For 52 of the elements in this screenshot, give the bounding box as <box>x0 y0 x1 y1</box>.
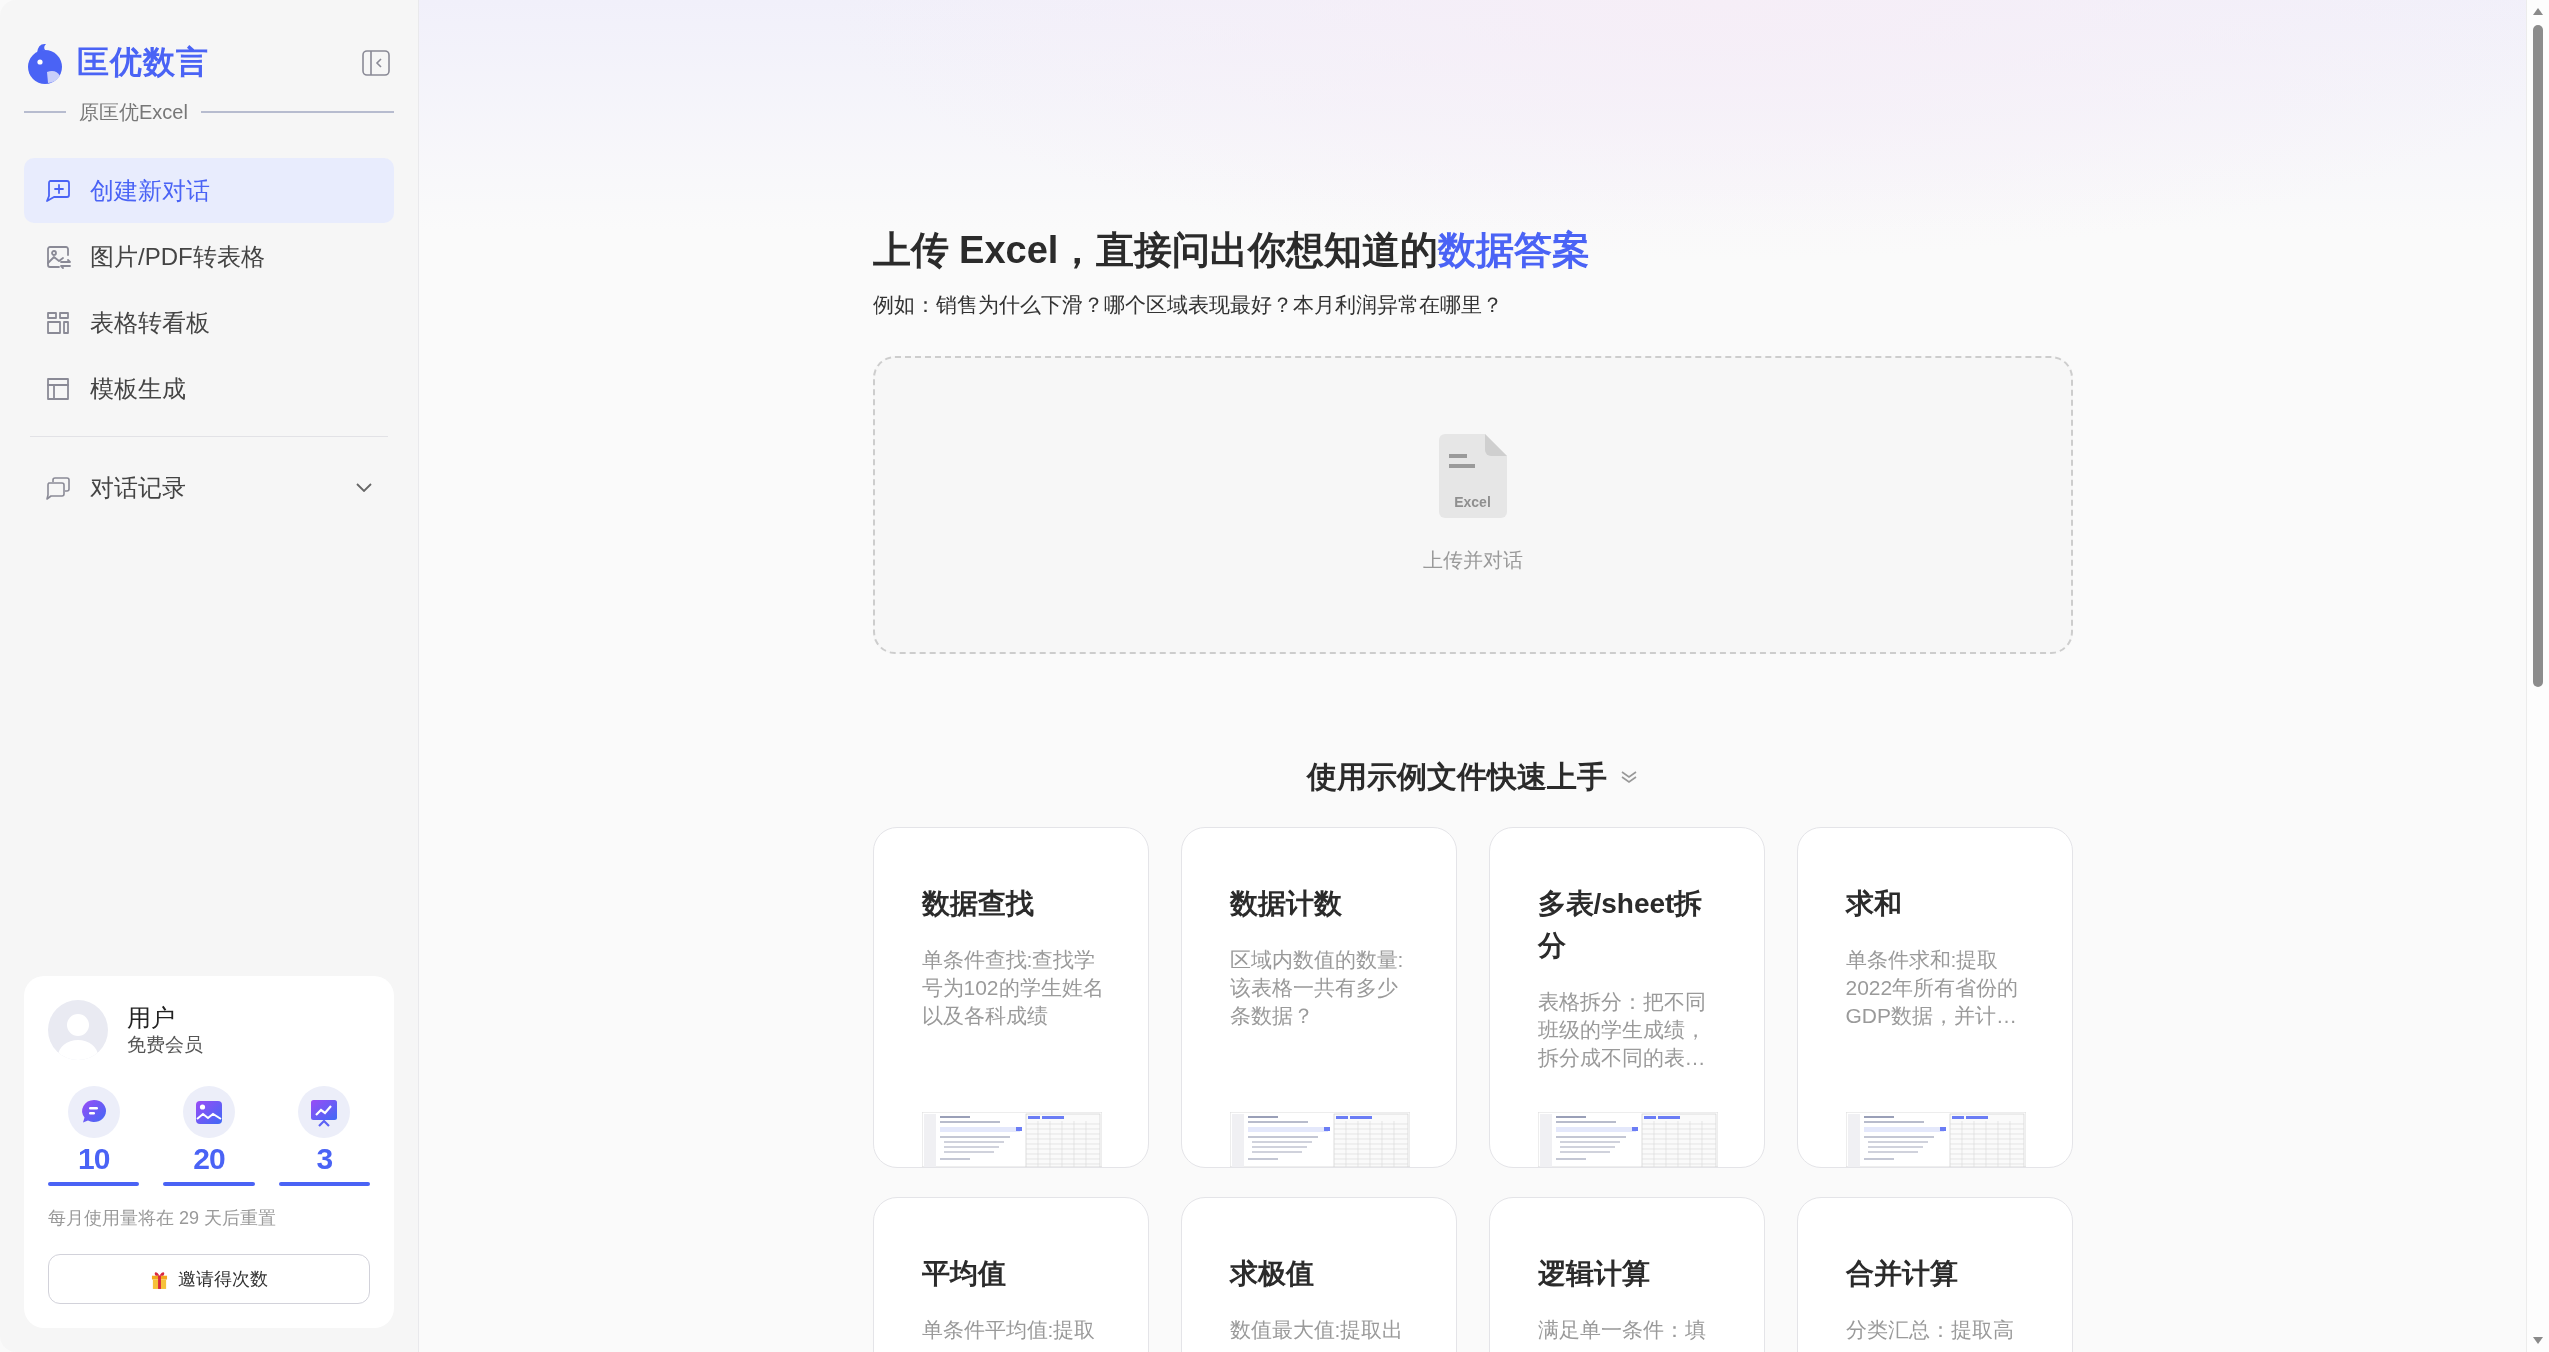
file-type-label: Excel <box>1453 494 1492 510</box>
sample-card[interactable]: 多表/sheet拆分 表格拆分：把不同班级的学生成绩，拆分成不同的表… <box>1488 827 1765 1168</box>
samples-title: 使用示例文件快速上手 <box>1306 758 1607 795</box>
bird-logo-icon <box>26 41 64 85</box>
brand-name: 匡优数言 <box>77 43 209 82</box>
usage-reset-note: 每月使用量将在 29 天后重置 <box>48 1207 278 1230</box>
image-icon <box>183 1086 235 1138</box>
sample-card[interactable]: 合并计算 分类汇总：提取高 <box>1796 1197 2073 1352</box>
page-heading: 上传 Excel，直接问出你想知道的数据答案 <box>872 228 1592 273</box>
sidebar-nav-item[interactable]: 表格转看板 <box>24 290 394 355</box>
membership-plan: 免费会员 <box>127 1033 203 1057</box>
card-title: 求和 <box>1845 887 1903 921</box>
sample-card[interactable]: 数据查找 单条件查找:查找学号为102的学生姓名以及各科成绩 <box>872 827 1149 1168</box>
usage-count: 10 <box>77 1142 110 1176</box>
card-title: 数据查找 <box>921 887 1035 921</box>
usage-count: 3 <box>316 1142 333 1176</box>
gift-icon <box>150 1269 168 1289</box>
card-description: 单条件求和:提取2022年所有省份的GDP数据，并计… <box>1845 947 2020 1029</box>
sidebar-collapse-icon[interactable] <box>362 50 390 76</box>
card-description: 表格拆分：把不同班级的学生成绩，拆分成不同的表… <box>1537 989 1707 1071</box>
sample-card[interactable]: 逻辑计算 满足单一条件：填 <box>1488 1197 1765 1352</box>
sample-card[interactable]: 平均值 单条件平均值:提取 <box>872 1197 1149 1352</box>
example-questions: 例如：销售为什么下滑？哪个区域表现最好？本月利润异常在哪里？ <box>872 292 1504 318</box>
invite-button[interactable]: 邀请得次数 <box>48 1254 370 1304</box>
sidebar-nav-item[interactable]: 图片/PDF转表格 <box>24 224 394 289</box>
sidebar-nav-item[interactable]: 创建新对话 <box>24 158 394 223</box>
card-description: 单条件查找:查找学号为102的学生姓名以及各科成绩 <box>921 947 1105 1029</box>
card-title: 逻辑计算 <box>1537 1257 1651 1291</box>
scrollbar-thumb[interactable] <box>2533 25 2543 687</box>
card-title: 多表/sheet拆分 <box>1537 887 1704 963</box>
user-name: 用户 <box>127 1003 176 1033</box>
brand-subtitle: 原匡优Excel <box>79 99 188 125</box>
file-icon <box>1438 434 1507 518</box>
chat-bubble-icon <box>67 1086 120 1138</box>
card-title: 求极值 <box>1229 1257 1315 1291</box>
sidebar-nav-item[interactable]: 模板生成 <box>24 356 394 421</box>
usage-count: 20 <box>193 1142 225 1176</box>
card-description: 分类汇总：提取高 <box>1845 1317 2015 1343</box>
sample-card[interactable]: 数据计数 区域内数值的数量:该表格一共有多少条数据？ <box>1180 827 1457 1168</box>
chat-history-toggle[interactable]: 对话记录 <box>24 455 394 520</box>
card-description: 单条件平均值:提取 <box>921 1317 1097 1343</box>
sample-card[interactable]: 求极值 数值最大值:提取出 <box>1180 1197 1457 1352</box>
scroll-up-arrow-icon[interactable] <box>2533 8 2543 15</box>
chart-screen-icon <box>298 1086 351 1138</box>
card-description: 数值最大值:提取出 <box>1229 1317 1405 1343</box>
card-title: 数据计数 <box>1229 887 1343 921</box>
card-title: 平均值 <box>921 1257 1007 1291</box>
card-description: 区域内数值的数量:该表格一共有多少条数据？ <box>1229 947 1405 1029</box>
scroll-down-arrow-icon[interactable] <box>2533 1337 2543 1344</box>
card-description: 满足单一条件：填 <box>1537 1317 1707 1343</box>
sample-card[interactable]: 求和 单条件求和:提取2022年所有省份的GDP数据，并计… <box>1796 827 2073 1168</box>
card-title: 合并计算 <box>1845 1257 1959 1291</box>
